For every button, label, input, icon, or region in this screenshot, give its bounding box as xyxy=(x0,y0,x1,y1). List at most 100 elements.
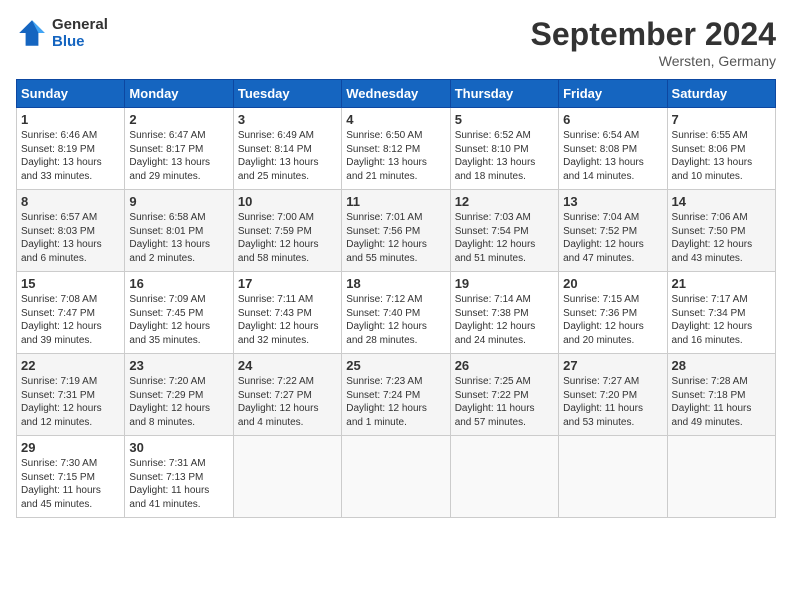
logo: General Blue xyxy=(16,16,108,50)
table-row: 22 Sunrise: 7:19 AM Sunset: 7:31 PM Dayli… xyxy=(17,354,125,436)
cell-content: Sunrise: 6:57 AM Sunset: 8:03 PM Dayligh… xyxy=(21,211,120,265)
day-number: 9 xyxy=(129,194,228,209)
cell-content: Sunrise: 7:15 AM Sunset: 7:36 PM Dayligh… xyxy=(563,293,662,347)
cell-content: Sunrise: 7:14 AM Sunset: 7:38 PM Dayligh… xyxy=(455,293,554,347)
week-row-2: 8 Sunrise: 6:57 AM Sunset: 8:03 PM Daylig… xyxy=(17,190,776,272)
day-number: 11 xyxy=(346,194,445,209)
week-row-1: 1 Sunrise: 6:46 AM Sunset: 8:19 PM Daylig… xyxy=(17,108,776,190)
title-block: September 2024 Wersten, Germany xyxy=(531,16,776,69)
day-number: 28 xyxy=(672,358,771,373)
table-row: 25Sunrise: 7:23 AM Sunset: 7:24 PM Dayli… xyxy=(342,354,450,436)
cell-content: Sunrise: 6:46 AM Sunset: 8:19 PM Dayligh… xyxy=(21,129,120,183)
day-number: 24 xyxy=(238,358,337,373)
table-row: 23 Sunrise: 7:20 AM Sunset: 7:29 PM Dayli… xyxy=(125,354,233,436)
cell-content: Sunrise: 7:17 AM Sunset: 7:34 PM Dayligh… xyxy=(672,293,771,347)
cell-content: Sunrise: 7:19 AM Sunset: 7:31 PM Dayligh… xyxy=(21,375,120,429)
week-row-3: 15 Sunrise: 7:08 AM Sunset: 7:47 PM Dayli… xyxy=(17,272,776,354)
table-row: 3Sunrise: 6:49 AM Sunset: 8:14 PM Daylig… xyxy=(233,108,341,190)
table-row: 8 Sunrise: 6:57 AM Sunset: 8:03 PM Daylig… xyxy=(17,190,125,272)
cell-content: Sunrise: 6:54 AM Sunset: 8:08 PM Dayligh… xyxy=(563,129,662,183)
day-number: 3 xyxy=(238,112,337,127)
table-row: 17 Sunrise: 7:11 AM Sunset: 7:43 PM Dayli… xyxy=(233,272,341,354)
cell-content: Sunrise: 6:58 AM Sunset: 8:01 PM Dayligh… xyxy=(129,211,228,265)
col-sunday: Sunday xyxy=(17,80,125,108)
cell-content: Sunrise: 7:20 AM Sunset: 7:29 PM Dayligh… xyxy=(129,375,228,429)
col-friday: Friday xyxy=(559,80,667,108)
table-row: 26 Sunrise: 7:25 AM Sunset: 7:22 PM Dayli… xyxy=(450,354,558,436)
header-row: Sunday Monday Tuesday Wednesday Thursday… xyxy=(17,80,776,108)
table-row: 4 Sunrise: 6:50 AM Sunset: 8:12 PM Daylig… xyxy=(342,108,450,190)
table-row: 28 Sunrise: 7:28 AM Sunset: 7:18 PM Dayli… xyxy=(667,354,775,436)
cell-content: Sunrise: 6:52 AM Sunset: 8:10 PM Dayligh… xyxy=(455,129,554,183)
col-thursday: Thursday xyxy=(450,80,558,108)
table-row: 6 Sunrise: 6:54 AM Sunset: 8:08 PM Daylig… xyxy=(559,108,667,190)
day-number: 8 xyxy=(21,194,120,209)
calendar-table: Sunday Monday Tuesday Wednesday Thursday… xyxy=(16,79,776,518)
day-number: 26 xyxy=(455,358,554,373)
table-row: 18Sunrise: 7:12 AM Sunset: 7:40 PM Dayli… xyxy=(342,272,450,354)
table-row: 10Sunrise: 7:00 AM Sunset: 7:59 PM Dayli… xyxy=(233,190,341,272)
cell-content: Sunrise: 7:22 AM Sunset: 7:27 PM Dayligh… xyxy=(238,375,337,429)
table-row: 24 Sunrise: 7:22 AM Sunset: 7:27 PM Dayli… xyxy=(233,354,341,436)
day-number: 27 xyxy=(563,358,662,373)
table-row: 21 Sunrise: 7:17 AM Sunset: 7:34 PM Dayli… xyxy=(667,272,775,354)
day-number: 16 xyxy=(129,276,228,291)
table-row: 12Sunrise: 7:03 AM Sunset: 7:54 PM Dayli… xyxy=(450,190,558,272)
table-row: 27 Sunrise: 7:27 AM Sunset: 7:20 PM Dayli… xyxy=(559,354,667,436)
day-number: 1 xyxy=(21,112,120,127)
cell-content: Sunrise: 7:06 AM Sunset: 7:50 PM Dayligh… xyxy=(672,211,771,265)
page-header: General Blue September 2024 Wersten, Ger… xyxy=(16,16,776,69)
table-row: 30Sunrise: 7:31 AM Sunset: 7:13 PM Dayli… xyxy=(125,436,233,518)
day-number: 20 xyxy=(563,276,662,291)
col-saturday: Saturday xyxy=(667,80,775,108)
table-row xyxy=(233,436,341,518)
location: Wersten, Germany xyxy=(531,53,776,69)
day-number: 23 xyxy=(129,358,228,373)
table-row: 20 Sunrise: 7:15 AM Sunset: 7:36 PM Dayli… xyxy=(559,272,667,354)
table-row: 19 Sunrise: 7:14 AM Sunset: 7:38 PM Dayli… xyxy=(450,272,558,354)
cell-content: Sunrise: 7:27 AM Sunset: 7:20 PM Dayligh… xyxy=(563,375,662,429)
cell-content: Sunrise: 7:23 AM Sunset: 7:24 PM Dayligh… xyxy=(346,375,445,429)
day-number: 22 xyxy=(21,358,120,373)
cell-content: Sunrise: 7:30 AM Sunset: 7:15 PM Dayligh… xyxy=(21,457,120,511)
table-row: 7Sunrise: 6:55 AM Sunset: 8:06 PM Daylig… xyxy=(667,108,775,190)
table-row xyxy=(450,436,558,518)
logo-text: General Blue xyxy=(52,16,108,50)
cell-content: Sunrise: 7:08 AM Sunset: 7:47 PM Dayligh… xyxy=(21,293,120,347)
cell-content: Sunrise: 6:55 AM Sunset: 8:06 PM Dayligh… xyxy=(672,129,771,183)
col-tuesday: Tuesday xyxy=(233,80,341,108)
cell-content: Sunrise: 7:28 AM Sunset: 7:18 PM Dayligh… xyxy=(672,375,771,429)
cell-content: Sunrise: 7:04 AM Sunset: 7:52 PM Dayligh… xyxy=(563,211,662,265)
cell-content: Sunrise: 7:11 AM Sunset: 7:43 PM Dayligh… xyxy=(238,293,337,347)
cell-content: Sunrise: 7:01 AM Sunset: 7:56 PM Dayligh… xyxy=(346,211,445,265)
cell-content: Sunrise: 7:03 AM Sunset: 7:54 PM Dayligh… xyxy=(455,211,554,265)
day-number: 15 xyxy=(21,276,120,291)
logo-icon xyxy=(16,17,48,49)
cell-content: Sunrise: 7:31 AM Sunset: 7:13 PM Dayligh… xyxy=(129,457,228,511)
day-number: 17 xyxy=(238,276,337,291)
table-row: 13 Sunrise: 7:04 AM Sunset: 7:52 PM Dayli… xyxy=(559,190,667,272)
day-number: 13 xyxy=(563,194,662,209)
table-row: 1 Sunrise: 6:46 AM Sunset: 8:19 PM Daylig… xyxy=(17,108,125,190)
table-row: 2Sunrise: 6:47 AM Sunset: 8:17 PM Daylig… xyxy=(125,108,233,190)
day-number: 29 xyxy=(21,440,120,455)
day-number: 6 xyxy=(563,112,662,127)
day-number: 18 xyxy=(346,276,445,291)
table-row: 5 Sunrise: 6:52 AM Sunset: 8:10 PM Daylig… xyxy=(450,108,558,190)
day-number: 21 xyxy=(672,276,771,291)
col-monday: Monday xyxy=(125,80,233,108)
cell-content: Sunrise: 7:25 AM Sunset: 7:22 PM Dayligh… xyxy=(455,375,554,429)
cell-content: Sunrise: 6:50 AM Sunset: 8:12 PM Dayligh… xyxy=(346,129,445,183)
day-number: 4 xyxy=(346,112,445,127)
week-row-5: 29 Sunrise: 7:30 AM Sunset: 7:15 PM Dayli… xyxy=(17,436,776,518)
day-number: 14 xyxy=(672,194,771,209)
table-row: 29 Sunrise: 7:30 AM Sunset: 7:15 PM Dayli… xyxy=(17,436,125,518)
day-number: 10 xyxy=(238,194,337,209)
table-row xyxy=(342,436,450,518)
table-row: 9 Sunrise: 6:58 AM Sunset: 8:01 PM Daylig… xyxy=(125,190,233,272)
day-number: 19 xyxy=(455,276,554,291)
table-row xyxy=(559,436,667,518)
month-title: September 2024 xyxy=(531,16,776,53)
table-row: 16Sunrise: 7:09 AM Sunset: 7:45 PM Dayli… xyxy=(125,272,233,354)
day-number: 5 xyxy=(455,112,554,127)
